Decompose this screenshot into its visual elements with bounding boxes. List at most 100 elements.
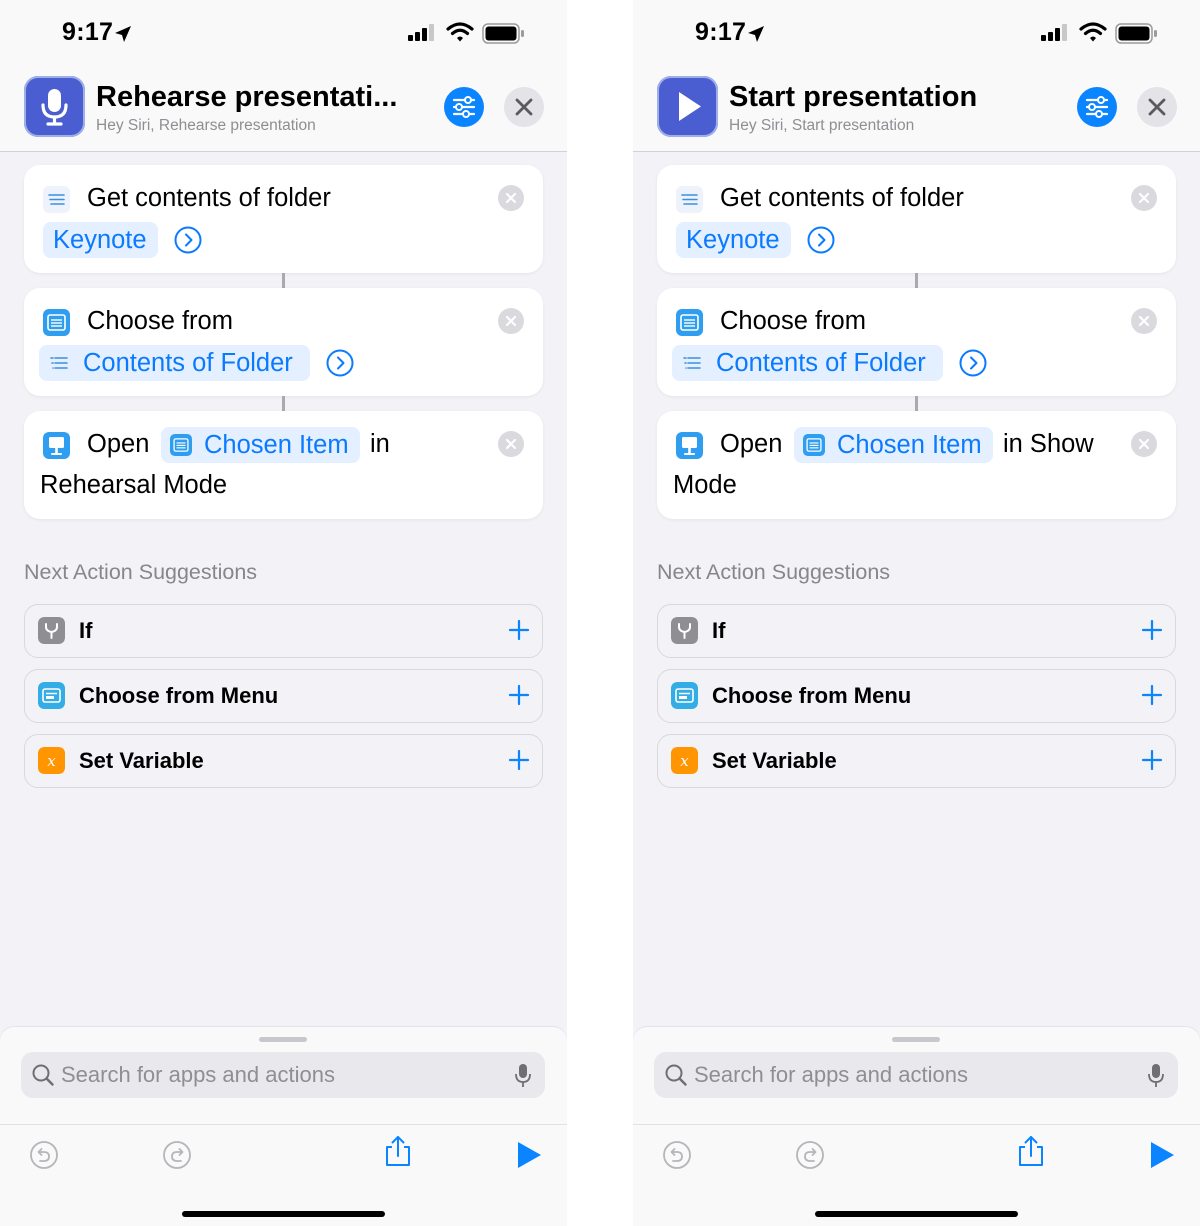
- suggestion-set-variable[interactable]: x Set Variable: [24, 734, 543, 788]
- action-choose-from[interactable]: Choose from Contents of Folder: [24, 288, 543, 396]
- close-button[interactable]: [504, 87, 544, 127]
- microphone-icon: [41, 89, 68, 126]
- action-get-contents-of-folder[interactable]: Get contents of folder Keynote: [24, 165, 543, 273]
- remove-action-icon[interactable]: [1131, 431, 1157, 457]
- plus-icon[interactable]: [1141, 619, 1163, 641]
- action-label: Get contents of folder: [720, 184, 964, 212]
- run-play-icon[interactable]: [512, 1138, 546, 1172]
- shortcut-header: Start presentation Hey Siri, Start prese…: [633, 70, 1200, 152]
- action-label: Get contents of folder: [87, 184, 331, 212]
- search-input[interactable]: [694, 1052, 1134, 1098]
- details-button[interactable]: [1077, 87, 1117, 127]
- siri-phrase: Hey Siri, Rehearse presentation: [96, 117, 316, 134]
- remove-action-icon[interactable]: [498, 185, 524, 211]
- details-button[interactable]: [444, 87, 484, 127]
- run-play-icon[interactable]: [1145, 1138, 1179, 1172]
- microphone-icon[interactable]: [514, 1062, 532, 1090]
- shortcut-title[interactable]: Rehearse presentati...: [96, 81, 397, 114]
- variable-token[interactable]: Contents of Folder: [672, 345, 943, 381]
- action-connector: [915, 273, 918, 288]
- suggestion-choose-from-menu[interactable]: Choose from Menu: [24, 669, 543, 723]
- sheet-grabber[interactable]: [259, 1037, 307, 1042]
- action-search-sheet: [0, 1027, 567, 1124]
- shortcut-icon[interactable]: [24, 76, 85, 137]
- status-bar: 9:17: [0, 0, 567, 70]
- action-get-contents-of-folder[interactable]: Get contents of folder Keynote: [657, 165, 1176, 273]
- undo-icon[interactable]: [27, 1138, 61, 1172]
- folder-token[interactable]: Keynote: [43, 222, 158, 258]
- chosen-item-token[interactable]: Chosen Item: [161, 427, 360, 463]
- location-arrow-icon: [748, 26, 764, 42]
- chevron-right-icon[interactable]: [959, 349, 987, 377]
- plus-icon[interactable]: [1141, 749, 1163, 771]
- mode-parameter[interactable]: Mode: [673, 471, 737, 500]
- search-input[interactable]: [61, 1052, 501, 1098]
- action-open-keynote[interactable]: Open Chosen Item in Show Mode: [657, 411, 1176, 519]
- chevron-right-icon[interactable]: [807, 226, 835, 254]
- editor-toolbar: [0, 1124, 567, 1226]
- list-icon: [43, 186, 70, 213]
- chevron-right-icon[interactable]: [174, 226, 202, 254]
- location-arrow-icon: [115, 26, 131, 42]
- menu-icon: [671, 682, 698, 709]
- svg-text:x: x: [47, 752, 56, 770]
- list-icon: [50, 357, 68, 369]
- remove-action-icon[interactable]: [1131, 185, 1157, 211]
- remove-action-icon[interactable]: [498, 431, 524, 457]
- microphone-icon[interactable]: [1147, 1062, 1165, 1090]
- sheet-grabber[interactable]: [892, 1037, 940, 1042]
- plus-icon[interactable]: [508, 749, 530, 771]
- chosen-item-token[interactable]: Chosen Item: [794, 427, 993, 463]
- suggestion-if[interactable]: If: [24, 604, 543, 658]
- remove-action-icon[interactable]: [1131, 308, 1157, 334]
- list-window-icon: [676, 309, 703, 336]
- action-open-keynote[interactable]: Open Chosen Item in Rehearsal Mode: [24, 411, 543, 519]
- suggestion-set-variable[interactable]: x Set Variable: [657, 734, 1176, 788]
- mode-parameter[interactable]: Rehearsal Mode: [40, 471, 227, 500]
- chevron-right-icon[interactable]: [326, 349, 354, 377]
- action-connector: [282, 273, 285, 288]
- suggestion-label: If: [79, 618, 93, 643]
- list-icon: [683, 357, 701, 369]
- search-icon: [32, 1064, 54, 1086]
- battery-icon: [482, 23, 524, 44]
- share-icon[interactable]: [1014, 1134, 1048, 1168]
- status-time: 9:17: [62, 18, 114, 46]
- suggestion-label: Choose from Menu: [712, 683, 912, 708]
- action-label-suffix: in: [370, 430, 390, 458]
- shortcut-title[interactable]: Start presentation: [729, 81, 977, 114]
- plus-icon[interactable]: [508, 619, 530, 641]
- action-connector: [282, 396, 285, 411]
- close-button[interactable]: [1137, 87, 1177, 127]
- battery-icon: [1115, 23, 1157, 44]
- siri-phrase: Hey Siri, Start presentation: [729, 117, 915, 134]
- share-icon[interactable]: [381, 1134, 415, 1168]
- plus-icon[interactable]: [1141, 684, 1163, 706]
- search-bar[interactable]: [654, 1052, 1178, 1098]
- play-icon: [679, 92, 701, 121]
- if-icon: [38, 617, 65, 644]
- token-label: Chosen Item: [837, 431, 982, 459]
- remove-action-icon[interactable]: [498, 308, 524, 334]
- wifi-icon: [446, 22, 474, 42]
- action-choose-from[interactable]: Choose from Contents of Folder: [657, 288, 1176, 396]
- folder-token[interactable]: Keynote: [676, 222, 791, 258]
- search-bar[interactable]: [21, 1052, 545, 1098]
- keynote-icon: [43, 432, 70, 459]
- token-label: Contents of Folder: [716, 349, 926, 377]
- redo-icon[interactable]: [160, 1138, 194, 1172]
- suggestions-title: Next Action Suggestions: [24, 560, 258, 584]
- suggestion-choose-from-menu[interactable]: Choose from Menu: [657, 669, 1176, 723]
- action-label: Choose from: [87, 307, 233, 335]
- variable-token[interactable]: Contents of Folder: [39, 345, 310, 381]
- shortcut-header: Rehearse presentati... Hey Siri, Rehears…: [0, 70, 567, 152]
- shortcut-icon[interactable]: [657, 76, 718, 137]
- action-label-suffix: in Show: [1003, 430, 1094, 458]
- plus-icon[interactable]: [508, 684, 530, 706]
- home-indicator: [182, 1211, 385, 1217]
- suggestion-label: If: [712, 618, 726, 643]
- phone-screen-rehearse: 9:17 Rehearse presentati... Hey Siri, Re…: [0, 0, 567, 1226]
- suggestion-if[interactable]: If: [657, 604, 1176, 658]
- undo-icon[interactable]: [660, 1138, 694, 1172]
- redo-icon[interactable]: [793, 1138, 827, 1172]
